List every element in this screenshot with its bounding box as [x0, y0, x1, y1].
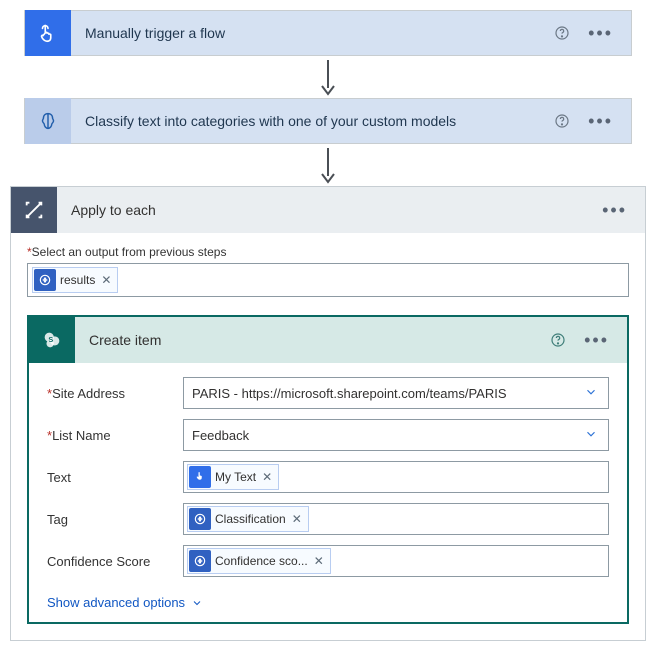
token-classification[interactable]: Classification ✕ [187, 506, 309, 532]
dynamic-content-icon [189, 466, 211, 488]
token-remove[interactable]: ✕ [286, 512, 308, 526]
step-title: Manually trigger a flow [71, 25, 536, 41]
create-item-card: S Create item ••• *Site Address PARIS - [27, 315, 629, 624]
help-icon[interactable] [554, 25, 570, 41]
text-label: Text [47, 470, 183, 485]
tag-label: Tag [47, 512, 183, 527]
chevron-down-icon [191, 597, 203, 609]
tag-input[interactable]: Classification ✕ [183, 503, 609, 535]
show-advanced-options[interactable]: Show advanced options [47, 595, 203, 610]
chevron-down-icon [584, 427, 598, 444]
confidence-label: Confidence Score [47, 554, 183, 569]
brain-icon [25, 98, 71, 144]
dynamic-content-icon [189, 508, 211, 530]
token-remove[interactable]: ✕ [95, 273, 117, 287]
sharepoint-icon: S [29, 317, 75, 363]
list-name-label: *List Name [47, 428, 183, 443]
confidence-input[interactable]: Confidence sco... ✕ [183, 545, 609, 577]
token-remove[interactable]: ✕ [256, 470, 278, 484]
dynamic-content-icon [34, 269, 56, 291]
touch-icon [25, 10, 71, 56]
dynamic-content-icon [189, 550, 211, 572]
output-input[interactable]: results ✕ [27, 263, 629, 297]
output-label: *Select an output from previous steps [27, 245, 629, 259]
token-results[interactable]: results ✕ [32, 267, 118, 293]
create-item-header[interactable]: S Create item ••• [29, 317, 627, 363]
flow-arrow [10, 146, 646, 184]
chevron-down-icon [584, 385, 598, 402]
list-name-select[interactable]: Feedback [183, 419, 609, 451]
token-my-text[interactable]: My Text ✕ [187, 464, 279, 490]
apply-title: Apply to each [57, 202, 584, 218]
help-icon[interactable] [550, 332, 566, 348]
token-confidence[interactable]: Confidence sco... ✕ [187, 548, 331, 574]
step-classify-text[interactable]: Classify text into categories with one o… [24, 98, 632, 144]
svg-text:S: S [48, 335, 53, 344]
step-title: Classify text into categories with one o… [71, 113, 536, 129]
loop-icon [11, 187, 57, 233]
apply-to-each-container: Apply to each ••• *Select an output from… [10, 186, 646, 641]
apply-to-each-header[interactable]: Apply to each ••• [11, 187, 645, 233]
token-remove[interactable]: ✕ [308, 554, 330, 568]
text-input[interactable]: My Text ✕ [183, 461, 609, 493]
help-icon[interactable] [554, 113, 570, 129]
token-label: results [60, 273, 95, 287]
create-item-title: Create item [75, 332, 532, 348]
site-address-label: *Site Address [47, 386, 183, 401]
step-manual-trigger[interactable]: Manually trigger a flow ••• [24, 10, 632, 56]
flow-arrow [10, 58, 646, 96]
site-address-select[interactable]: PARIS - https://microsoft.sharepoint.com… [183, 377, 609, 409]
